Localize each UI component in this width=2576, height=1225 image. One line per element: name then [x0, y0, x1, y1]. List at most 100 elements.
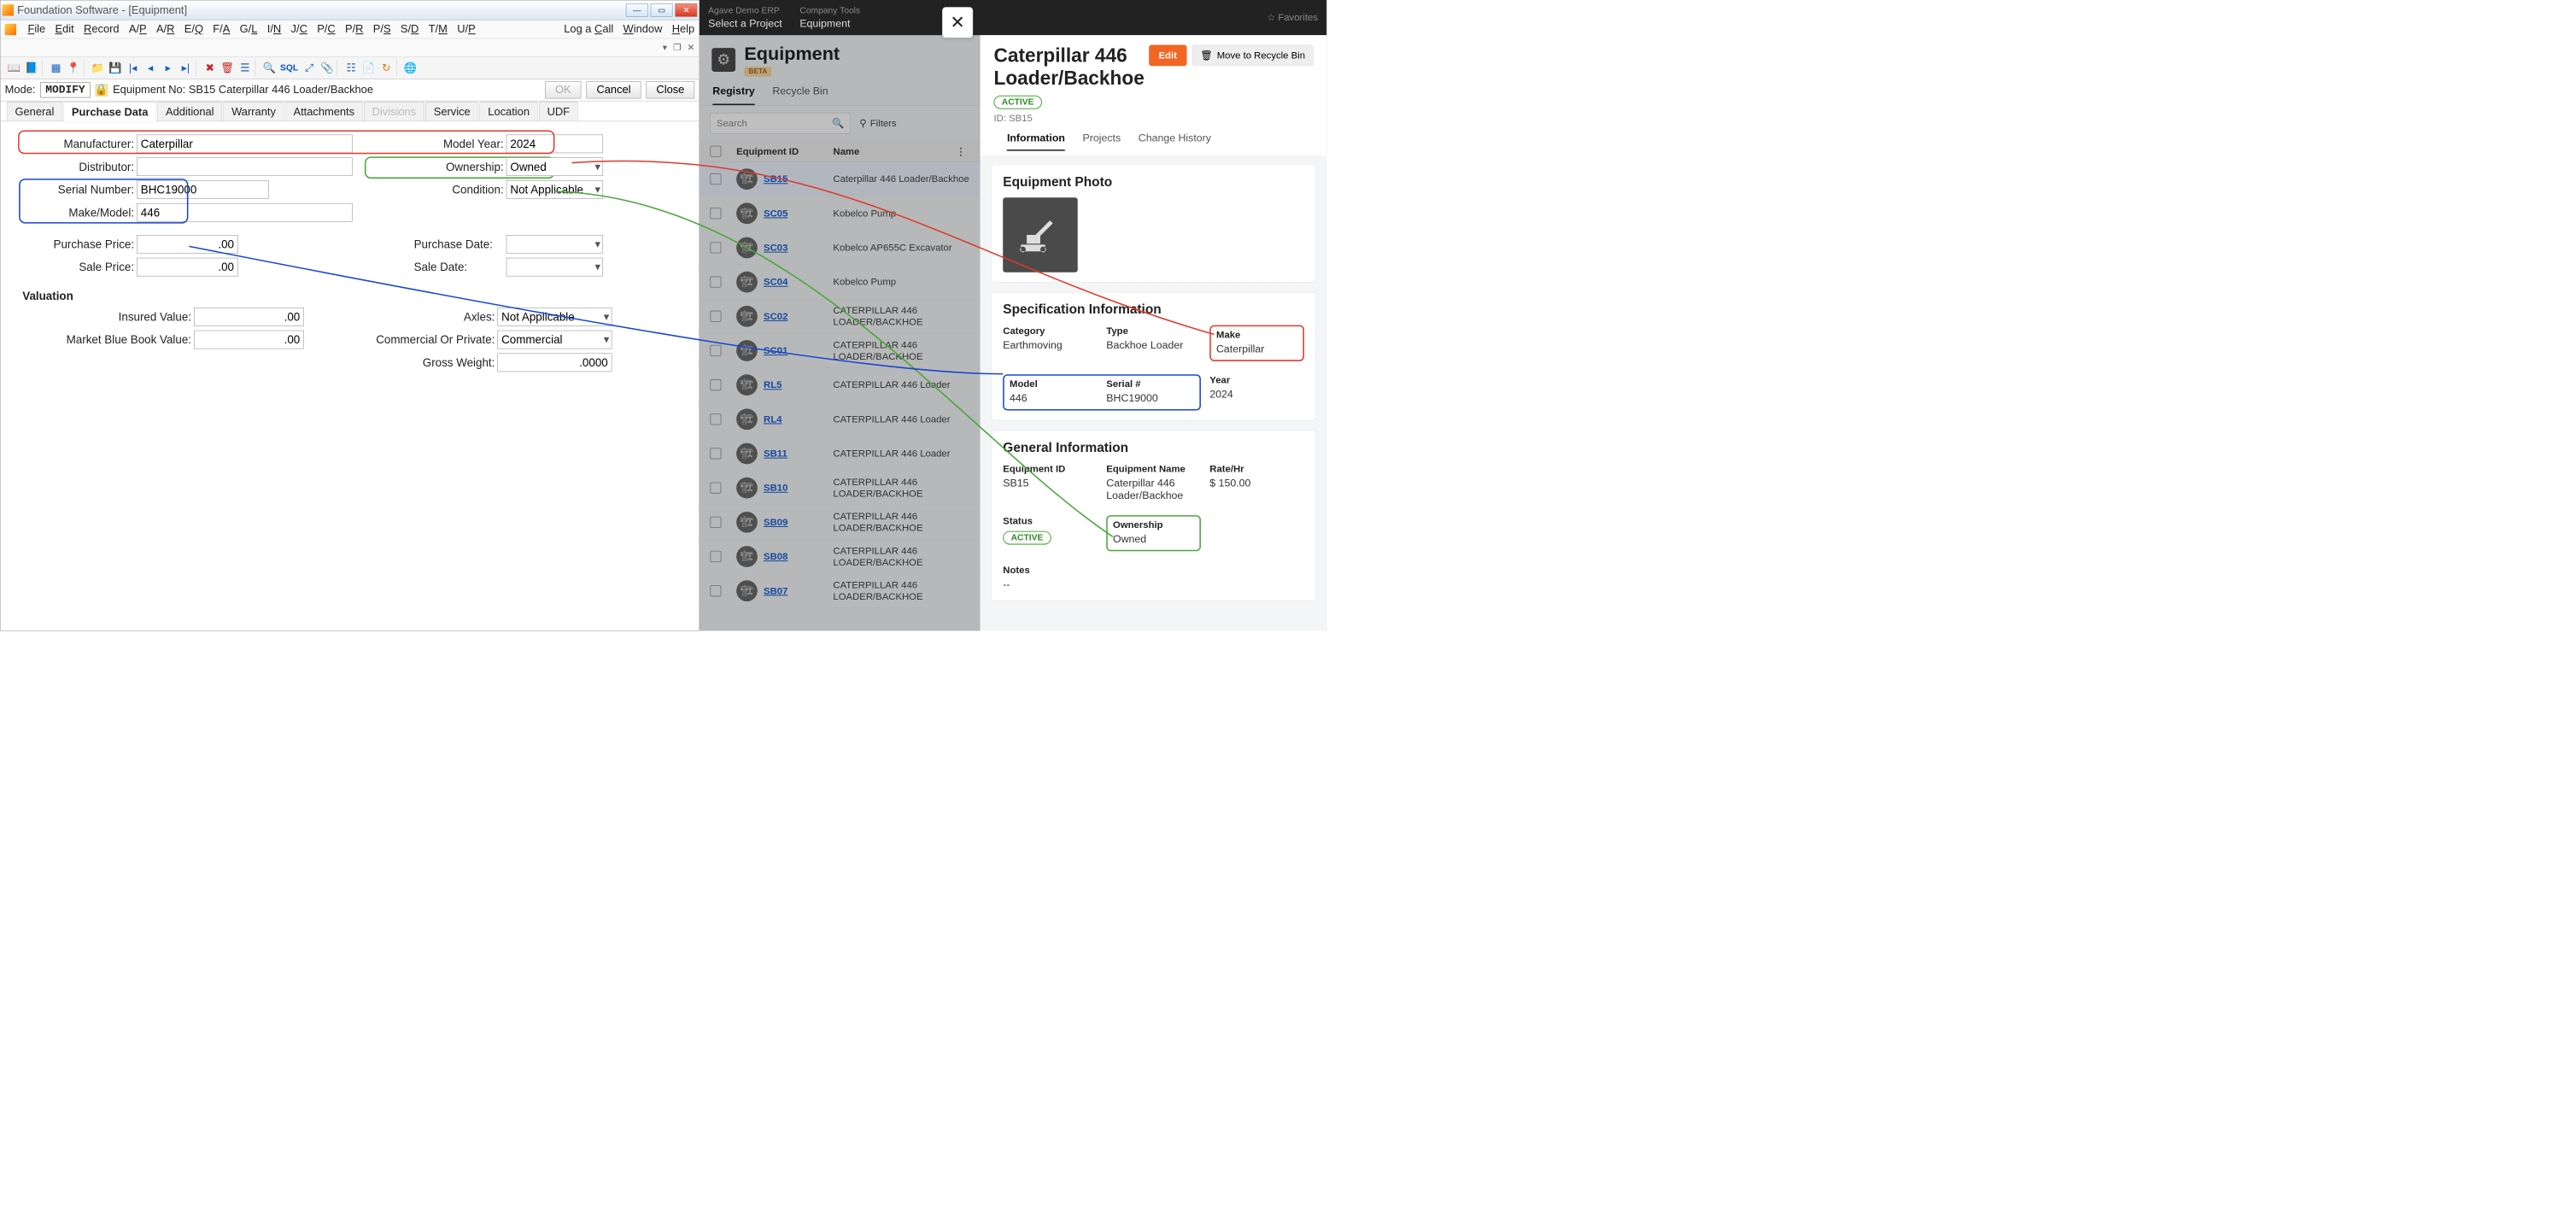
- cancel-x-icon[interactable]: ✖: [203, 62, 216, 74]
- select-all-checkbox[interactable]: [710, 145, 721, 156]
- tab-information[interactable]: Information: [1007, 132, 1065, 151]
- row-checkbox[interactable]: [710, 448, 721, 459]
- search-icon[interactable]: 🔍: [262, 62, 275, 74]
- equipment-id-link[interactable]: SC01: [764, 345, 787, 356]
- table-row[interactable]: 🏗SC04 Kobelco Pump: [700, 265, 981, 299]
- menu-ps[interactable]: P/S: [373, 23, 391, 36]
- model-year-input[interactable]: [506, 135, 603, 154]
- tools-value[interactable]: Equipment: [799, 17, 860, 29]
- tab-service[interactable]: Service: [425, 102, 479, 121]
- table-row[interactable]: 🏗SB10 CATERPILLAR 446 LOADER/BACKHOE: [700, 471, 981, 505]
- table-row[interactable]: 🏗RL4 CATERPILLAR 446 Loader: [700, 402, 981, 437]
- mdi-restore-icon[interactable]: ❐: [673, 42, 681, 53]
- table-row[interactable]: 🏗SB07 CATERPILLAR 446 LOADER/BACKHOE: [700, 574, 981, 608]
- row-checkbox[interactable]: [710, 585, 721, 596]
- tab-general[interactable]: General: [7, 102, 62, 121]
- tab-recycle-bin[interactable]: Recycle Bin: [772, 85, 828, 105]
- project-value[interactable]: Select a Project: [708, 17, 782, 29]
- menu-up[interactable]: U/P: [457, 23, 475, 36]
- row-checkbox[interactable]: [710, 379, 721, 390]
- tab-location[interactable]: Location: [480, 102, 538, 121]
- refresh-icon[interactable]: ↻: [380, 62, 393, 74]
- ok-button[interactable]: OK: [545, 81, 581, 98]
- close-button[interactable]: Close: [647, 81, 695, 98]
- equipment-id-link[interactable]: SB08: [764, 551, 787, 562]
- row-checkbox[interactable]: [710, 310, 721, 321]
- last-icon[interactable]: ▸|: [179, 62, 192, 74]
- table-row[interactable]: 🏗SC03 Kobelco AP655C Excavator: [700, 231, 981, 265]
- move-recycle-button[interactable]: 🗑 Move to Recycle Bin: [1191, 45, 1313, 67]
- equipment-id-link[interactable]: SB11: [764, 448, 787, 459]
- equipment-id-link[interactable]: SB09: [764, 516, 787, 527]
- book-open-icon[interactable]: 📖: [8, 62, 20, 74]
- tab-warranty[interactable]: Warranty: [223, 102, 284, 121]
- table-row[interactable]: 🏗SB11 CATERPILLAR 446 Loader: [700, 437, 981, 471]
- row-checkbox[interactable]: [710, 551, 721, 562]
- edit-button[interactable]: Edit: [1149, 45, 1186, 67]
- tab-projects[interactable]: Projects: [1083, 132, 1121, 151]
- equipment-id-link[interactable]: SC03: [764, 242, 787, 253]
- window-close-button[interactable]: ✕: [676, 3, 698, 16]
- menu-eq[interactable]: E/Q: [184, 23, 203, 36]
- equipment-id-link[interactable]: SB07: [764, 585, 787, 596]
- purchase-price-input[interactable]: [137, 235, 237, 254]
- sql-icon[interactable]: SQL: [280, 63, 298, 73]
- prev-icon[interactable]: ◂: [143, 62, 156, 74]
- lock-icon[interactable]: 🔒: [95, 84, 107, 96]
- table-row[interactable]: 🏗SB08 CATERPILLAR 446 LOADER/BACKHOE: [700, 539, 981, 573]
- row-checkbox[interactable]: [710, 482, 721, 493]
- ownership-select[interactable]: [506, 157, 603, 176]
- menu-ar[interactable]: A/R: [156, 23, 174, 36]
- book-icon[interactable]: 📘: [25, 62, 38, 74]
- menu-file[interactable]: File: [27, 23, 45, 36]
- equipment-id-link[interactable]: SC02: [764, 310, 787, 321]
- equipment-id-link[interactable]: RL4: [764, 413, 782, 425]
- bullet-list-icon[interactable]: ☷: [344, 62, 357, 74]
- serial-input[interactable]: [137, 180, 268, 199]
- table-row[interactable]: 🏗SB09 CATERPILLAR 446 LOADER/BACKHOE: [700, 505, 981, 539]
- menu-log-call[interactable]: Log a Call: [564, 23, 613, 36]
- table-row[interactable]: 🏗SC05 Kobelco Pump: [700, 196, 981, 231]
- tab-purchase-data[interactable]: Purchase Data: [63, 102, 156, 121]
- row-checkbox[interactable]: [710, 276, 721, 287]
- star-icon[interactable]: ☆: [1267, 12, 1275, 23]
- tab-attachments[interactable]: Attachments: [285, 102, 363, 121]
- col-name[interactable]: Name: [833, 145, 951, 156]
- expand-icon[interactable]: ⤢: [302, 62, 315, 74]
- table-row[interactable]: 🏗RL5 CATERPILLAR 446 Loader: [700, 368, 981, 402]
- menu-edit[interactable]: Edit: [56, 23, 74, 36]
- row-checkbox[interactable]: [710, 413, 721, 425]
- gear-icon[interactable]: ⚙: [711, 48, 735, 72]
- close-panel-button[interactable]: ✕: [942, 7, 973, 38]
- equipment-id-link[interactable]: SB10: [764, 482, 787, 493]
- tab-udf[interactable]: UDF: [539, 102, 578, 121]
- folder-icon[interactable]: 📁: [91, 62, 104, 74]
- tab-registry[interactable]: Registry: [712, 85, 754, 105]
- distributor-input[interactable]: [137, 157, 352, 176]
- menu-sd[interactable]: S/D: [401, 23, 419, 36]
- window-maximize-button[interactable]: ▭: [651, 3, 673, 16]
- mdi-close-icon[interactable]: ✕: [688, 42, 695, 53]
- tab-additional[interactable]: Additional: [157, 102, 222, 121]
- table-row[interactable]: 🏗SC02 CATERPILLAR 446 LOADER/BACKHOE: [700, 299, 981, 333]
- first-icon[interactable]: |◂: [126, 62, 139, 74]
- menu-gl[interactable]: G/L: [240, 23, 258, 36]
- search-input[interactable]: Search 🔍: [710, 113, 851, 134]
- table-row[interactable]: 🏗SB15 Caterpillar 446 Loader/Backhoe: [700, 162, 981, 196]
- row-checkbox[interactable]: [710, 173, 721, 185]
- menu-pc[interactable]: P/C: [317, 23, 335, 36]
- insured-input[interactable]: [194, 308, 304, 326]
- document-icon[interactable]: 📄: [362, 62, 375, 74]
- menu-pr[interactable]: P/R: [345, 23, 363, 36]
- menu-ap[interactable]: A/P: [129, 23, 147, 36]
- purchase-date-input[interactable]: [506, 235, 603, 254]
- row-checkbox[interactable]: [710, 345, 721, 356]
- menu-tm[interactable]: T/M: [429, 23, 448, 36]
- cancel-button[interactable]: Cancel: [587, 81, 641, 98]
- mdi-minimize-icon[interactable]: ▾: [663, 42, 667, 53]
- table-row[interactable]: 🏗SC01 CATERPILLAR 446 LOADER/BACKHOE: [700, 333, 981, 367]
- globe-icon[interactable]: 🌐: [404, 62, 417, 74]
- menu-window[interactable]: Window: [624, 23, 663, 36]
- gw-input[interactable]: [497, 354, 612, 372]
- equipment-id-link[interactable]: SC05: [764, 208, 787, 219]
